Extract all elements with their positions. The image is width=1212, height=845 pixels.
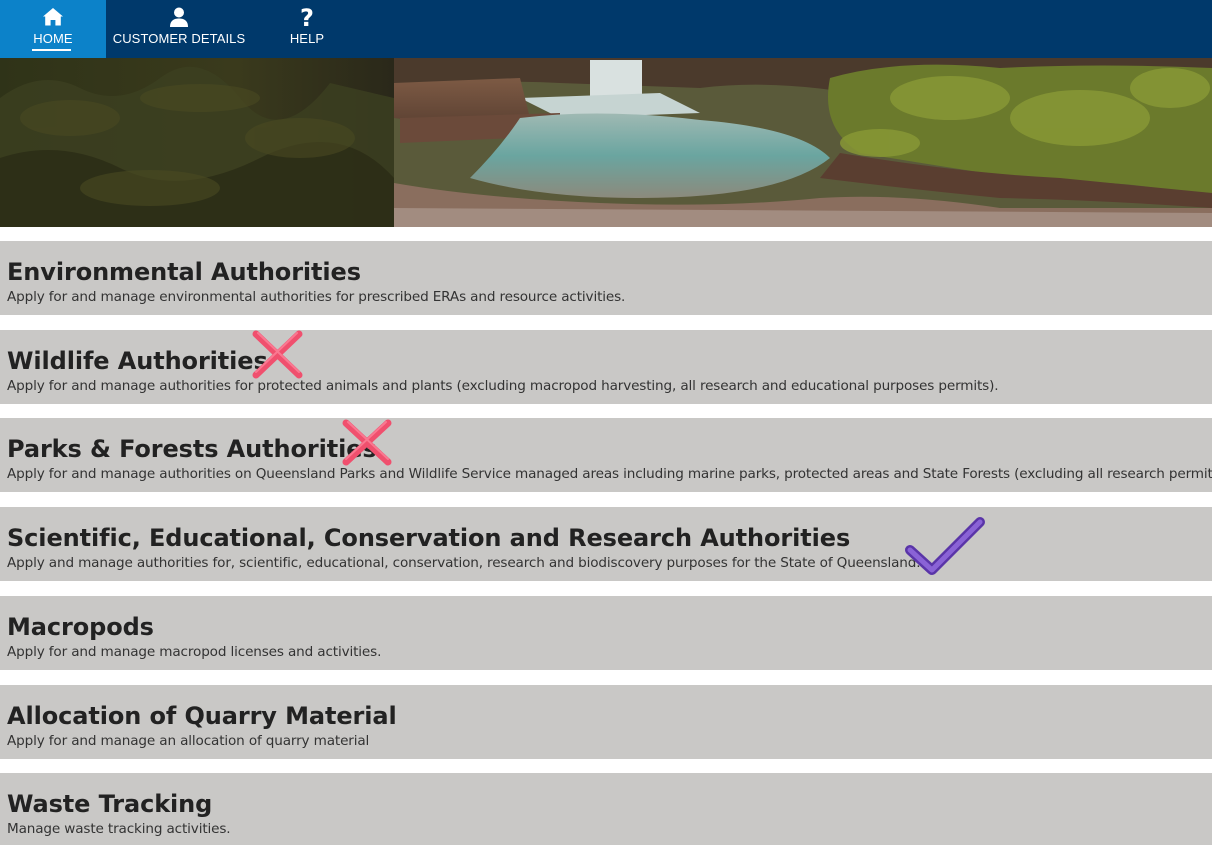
check-icon (905, 517, 985, 575)
card-wildlife-authorities[interactable]: Wildlife Authorities Apply for and manag… (0, 330, 1212, 404)
nav-home[interactable]: HOME (0, 0, 106, 58)
hero-banner-image (0, 58, 1212, 227)
card-description: Apply for and manage macropod licenses a… (7, 644, 382, 660)
card-title: Allocation of Quarry Material (7, 702, 397, 730)
card-scientific-research-authorities[interactable]: Scientific, Educational, Conservation an… (0, 507, 1212, 581)
user-icon (170, 7, 188, 27)
card-description: Apply for and manage environmental autho… (7, 289, 626, 305)
card-description: Manage waste tracking activities. (7, 821, 231, 837)
card-title: Wildlife Authorities (7, 347, 268, 375)
card-description: Apply for and manage authorities on Quee… (7, 466, 1212, 482)
card-title: Parks & Forests Authorities (7, 435, 377, 463)
nav-home-label: HOME (33, 31, 73, 46)
card-quarry-material[interactable]: Allocation of Quarry Material Apply for … (0, 685, 1212, 759)
question-icon: ? (300, 5, 314, 29)
card-title: Macropods (7, 613, 154, 641)
nav-customer-details-label: CUSTOMER DETAILS (112, 31, 246, 46)
cross-icon (252, 330, 303, 379)
card-description: Apply and manage authorities for, scient… (7, 555, 921, 571)
card-description: Apply for and manage authorities for pro… (7, 378, 999, 394)
active-underline (32, 49, 71, 51)
card-macropods[interactable]: Macropods Apply for and manage macropod … (0, 596, 1212, 670)
card-title: Scientific, Educational, Conservation an… (7, 524, 851, 552)
card-parks-forests-authorities[interactable]: Parks & Forests Authorities Apply for an… (0, 418, 1212, 492)
cross-icon (342, 419, 392, 466)
home-icon (43, 8, 63, 26)
card-title: Waste Tracking (7, 790, 213, 818)
nav-help[interactable]: ? HELP (266, 0, 348, 58)
card-description: Apply for and manage an allocation of qu… (7, 733, 370, 749)
top-navigation-bar: HOME CUSTOMER DETAILS ? HELP (0, 0, 1212, 58)
nav-help-label: HELP (289, 31, 325, 46)
svg-text:?: ? (300, 5, 314, 29)
card-title: Environmental Authorities (7, 258, 361, 286)
card-environmental-authorities[interactable]: Environmental Authorities Apply for and … (0, 241, 1212, 315)
nav-customer-details[interactable]: CUSTOMER DETAILS (106, 0, 252, 58)
card-waste-tracking[interactable]: Waste Tracking Manage waste tracking act… (0, 773, 1212, 845)
